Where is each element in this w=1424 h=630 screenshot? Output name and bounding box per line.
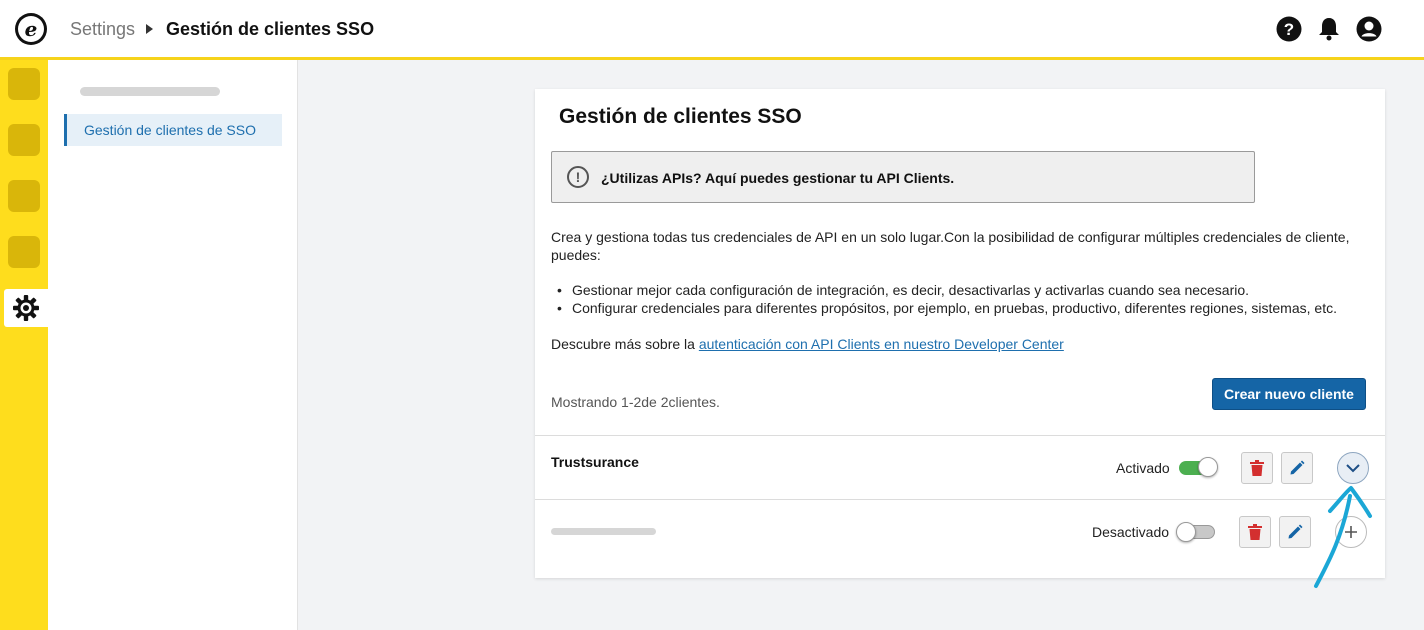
top-bar: e Settings Gestión de clientes SSO ?: [0, 0, 1424, 60]
bell-icon[interactable]: [1316, 16, 1342, 42]
settings-subnav: Gestión de clientes de SSO: [48, 60, 298, 630]
app-logo[interactable]: e: [15, 13, 47, 45]
client-row: Trustsurance Activado: [535, 435, 1385, 499]
pencil-icon: [1290, 460, 1305, 475]
user-icon[interactable]: [1356, 16, 1382, 42]
app-tile-icon[interactable]: [8, 124, 40, 156]
breadcrumb-settings[interactable]: Settings: [70, 19, 135, 40]
client-name: Trustsurance: [551, 454, 639, 470]
sso-clients-card: Gestión de clientes SSO ! ¿Utilizas APIs…: [535, 89, 1385, 578]
learn-more-text: Descubre más sobre la autenticación con …: [551, 336, 1064, 352]
subnav-heading-placeholder: [80, 87, 220, 96]
app-tile-icon[interactable]: [8, 236, 40, 268]
results-count: Mostrando 1-2de 2clientes.: [551, 394, 720, 410]
left-rail: [0, 60, 48, 630]
trash-icon: [1250, 460, 1264, 476]
svg-text:?: ?: [1284, 20, 1294, 39]
developer-center-link[interactable]: autenticación con API Clients en nuestro…: [699, 336, 1064, 352]
exclamation-icon: !: [567, 166, 589, 188]
api-notice-banner: ! ¿Utilizas APIs? Aquí puedes gestionar …: [551, 151, 1255, 203]
list-item: Gestionar mejor cada configuración de in…: [557, 281, 1249, 299]
annotation-arrow-icon: [1314, 486, 1372, 588]
logo-letter: e: [18, 16, 44, 42]
gear-icon[interactable]: [4, 289, 48, 327]
client-name-placeholder: [551, 528, 656, 535]
subnav-item-sso-clients[interactable]: Gestión de clientes de SSO: [64, 114, 282, 146]
delete-button[interactable]: [1239, 516, 1271, 548]
delete-button[interactable]: [1241, 452, 1273, 484]
app-tile-icon[interactable]: [8, 68, 40, 100]
list-item: Configurar credenciales para diferentes …: [557, 299, 1337, 317]
client-enabled-toggle[interactable]: [1179, 457, 1218, 477]
create-client-button[interactable]: Crear nuevo cliente: [1212, 378, 1366, 410]
client-status-label: Desactivado: [1092, 524, 1170, 540]
notice-text: ¿Utilizas APIs? Aquí puedes gestionar tu…: [601, 170, 955, 186]
app-tile-icon[interactable]: [8, 180, 40, 212]
intro-text: Crea y gestiona todas tus credenciales d…: [551, 229, 1350, 263]
breadcrumb-separator-icon: [146, 24, 153, 34]
client-status-label: Activado: [1116, 460, 1170, 476]
chevron-down-icon: [1346, 464, 1360, 473]
page-title: Gestión de clientes SSO: [166, 19, 375, 39]
help-icon[interactable]: ?: [1276, 16, 1302, 42]
client-row: Desactivado: [535, 499, 1385, 578]
client-enabled-toggle[interactable]: [1176, 522, 1215, 542]
card-title: Gestión de clientes SSO: [559, 105, 802, 128]
trash-icon: [1248, 524, 1262, 540]
